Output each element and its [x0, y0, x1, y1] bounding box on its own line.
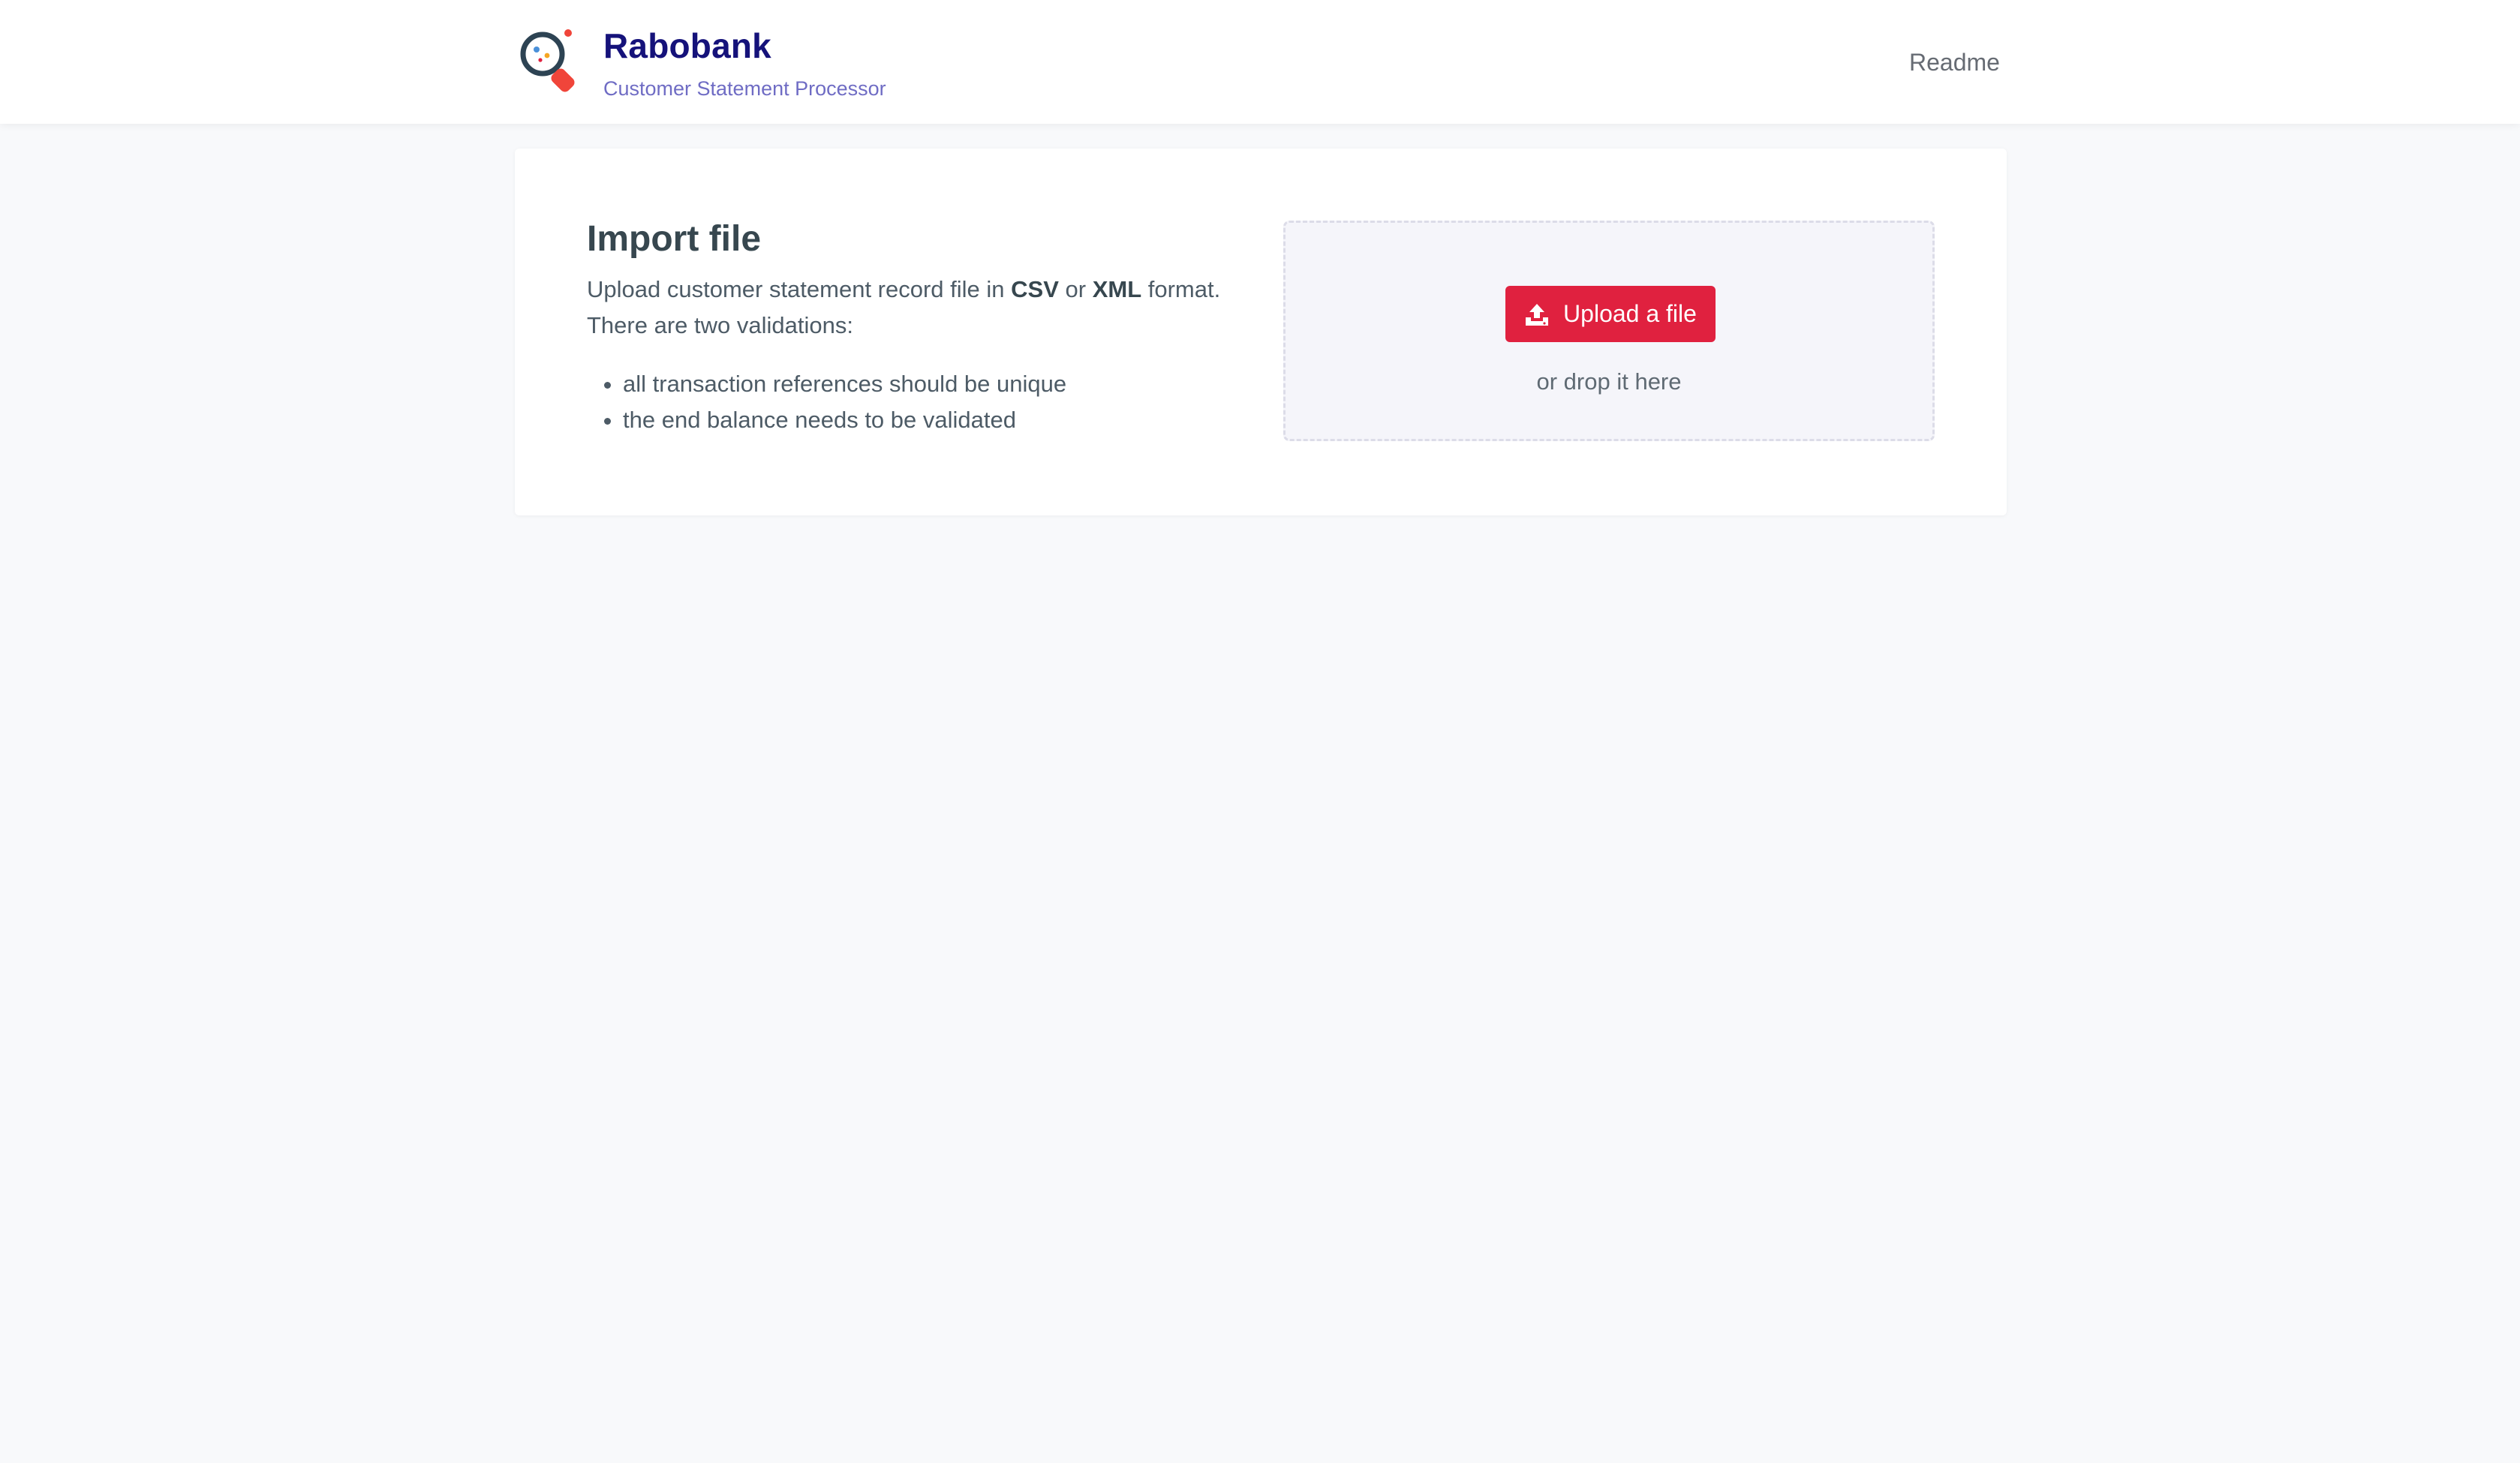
description-or: or: [1058, 276, 1093, 302]
brand[interactable]: Rabobank Customer Statement Processor: [513, 26, 886, 101]
description-prefix: Upload customer statement record file in: [587, 276, 1012, 302]
import-description: Upload customer statement record file in…: [587, 272, 1232, 344]
brand-title: Rabobank: [603, 26, 771, 65]
import-info: Import file Upload customer statement re…: [587, 218, 1232, 438]
import-title: Import file: [587, 219, 762, 259]
format-xml: XML: [1092, 276, 1142, 302]
upload-icon: [1526, 303, 1549, 326]
brand-text: Rabobank Customer Statement Processor: [603, 26, 886, 101]
validation-item-unique-references: all transaction references should be uni…: [623, 366, 1232, 402]
import-card: Import file Upload customer statement re…: [515, 149, 2007, 515]
file-dropzone[interactable]: Upload a file or drop it here: [1283, 221, 1935, 441]
magnifier-logo-icon: [520, 29, 575, 92]
readme-link[interactable]: Readme: [1909, 47, 2000, 77]
upload-file-button[interactable]: Upload a file: [1505, 286, 1716, 342]
upload-button-label: Upload a file: [1563, 300, 1697, 327]
format-csv: CSV: [1011, 276, 1059, 302]
validation-list: all transaction references should be uni…: [587, 366, 1232, 438]
validation-item-end-balance: the end balance needs to be validated: [623, 402, 1232, 438]
brand-subtitle: Customer Statement Processor: [603, 77, 886, 100]
drop-hint: or drop it here: [1536, 368, 1682, 395]
top-bar: Rabobank Customer Statement Processor Re…: [0, 0, 2520, 124]
